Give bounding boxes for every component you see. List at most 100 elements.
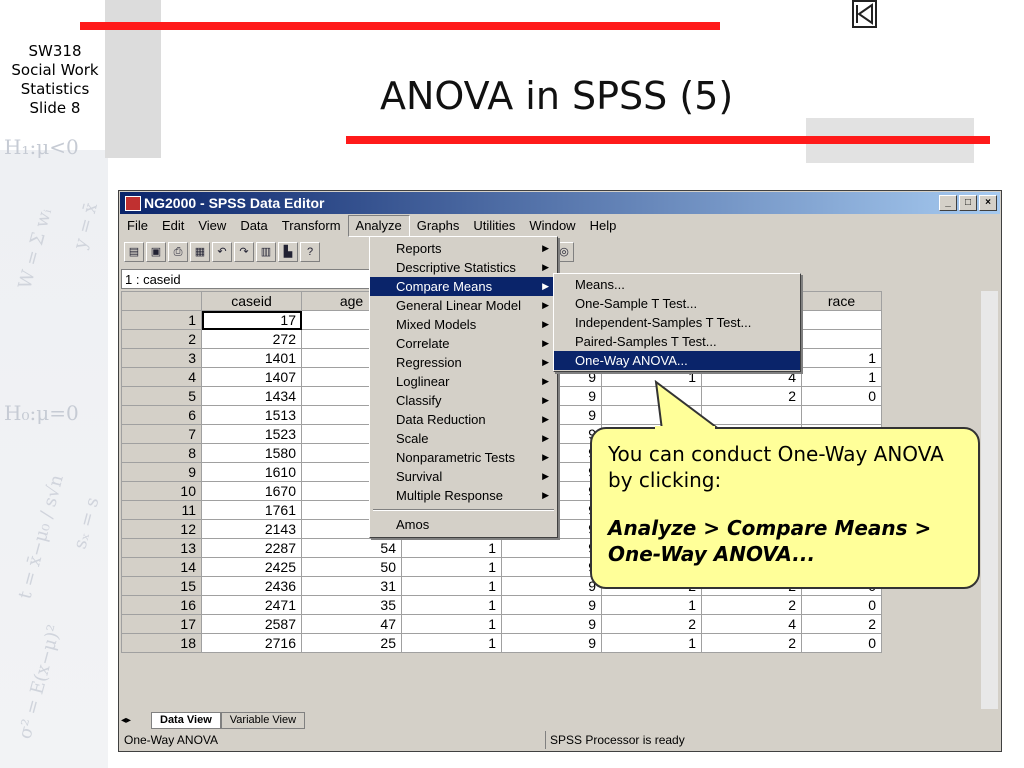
minimize-button[interactable]: _ (939, 195, 957, 211)
analyze-menu-item[interactable]: Multiple Response ▶ (370, 486, 557, 505)
data-cell[interactable]: 2 (701, 633, 802, 653)
print-icon[interactable]: ⎙ (168, 242, 188, 262)
open-icon[interactable]: ▤ (124, 242, 144, 262)
data-cell[interactable]: 25 (301, 633, 402, 653)
data-cell[interactable]: 1 (801, 348, 882, 368)
undo-icon[interactable]: ↶ (212, 242, 232, 262)
menu-edit[interactable]: Edit (155, 215, 191, 237)
analyze-menu-item[interactable]: Regression ▶ (370, 353, 557, 372)
row-header[interactable]: 7 (121, 424, 202, 444)
row-header[interactable]: 6 (121, 405, 202, 425)
row-header[interactable]: 12 (121, 519, 202, 539)
analyze-menu-item[interactable]: General Linear Model ▶ (370, 296, 557, 315)
analyze-menu-item[interactable]: Loglinear ▶ (370, 372, 557, 391)
analyze-menu-item[interactable]: Correlate ▶ (370, 334, 557, 353)
tab-scroll-arrows[interactable]: ◂▸ (121, 715, 151, 726)
row-header[interactable]: 8 (121, 443, 202, 463)
menu-utilities[interactable]: Utilities (466, 215, 522, 237)
data-cell[interactable]: 1 (401, 614, 502, 634)
data-cell[interactable]: 9 (501, 538, 602, 558)
data-cell[interactable]: 9 (501, 633, 602, 653)
data-cell[interactable]: 2436 (201, 576, 302, 596)
row-header[interactable]: 18 (121, 633, 202, 653)
data-cell[interactable]: 0 (801, 386, 882, 406)
compare-means-item[interactable]: One-Sample T Test... (554, 294, 800, 313)
data-cell[interactable]: 2 (601, 614, 702, 634)
data-cell[interactable]: 2143 (201, 519, 302, 539)
menu-data[interactable]: Data (233, 215, 274, 237)
data-cell[interactable]: 1670 (201, 481, 302, 501)
data-cell[interactable]: 9 (501, 595, 602, 615)
data-cell[interactable]: 2 (701, 595, 802, 615)
data-cell[interactable]: 1 (601, 595, 702, 615)
data-cell[interactable]: 1 (401, 595, 502, 615)
menu-view[interactable]: View (191, 215, 233, 237)
data-cell[interactable]: 1761 (201, 500, 302, 520)
menu-window[interactable]: Window (522, 215, 582, 237)
data-cell[interactable]: 9 (501, 614, 602, 634)
data-cell[interactable]: 31 (301, 576, 402, 596)
data-cell[interactable]: 1610 (201, 462, 302, 482)
menu-graphs[interactable]: Graphs (410, 215, 467, 237)
slide-first-nav-button[interactable] (852, 0, 877, 28)
analyze-menu-item[interactable]: Survival ▶ (370, 467, 557, 486)
data-cell[interactable]: 2 (801, 614, 882, 634)
data-cell[interactable]: 9 (501, 557, 602, 577)
row-header[interactable]: 17 (121, 614, 202, 634)
data-cell[interactable]: 1 (401, 557, 502, 577)
close-button[interactable]: × (979, 195, 997, 211)
data-cell[interactable]: 0 (801, 595, 882, 615)
data-cell[interactable]: 54 (301, 538, 402, 558)
data-cell[interactable]: 1 (801, 367, 882, 387)
redo-icon[interactable]: ↷ (234, 242, 254, 262)
compare-means-item[interactable]: Independent-Samples T Test... (554, 313, 800, 332)
goto-chart-icon[interactable]: ▥ (256, 242, 276, 262)
row-header[interactable]: 14 (121, 557, 202, 577)
data-cell[interactable]: 1 (401, 633, 502, 653)
data-cell[interactable]: 2716 (201, 633, 302, 653)
data-cell[interactable]: 17 (201, 310, 302, 330)
column-header[interactable]: race (801, 291, 882, 311)
menu-file[interactable]: File (120, 215, 155, 237)
data-cell[interactable]: 1 (401, 576, 502, 596)
data-cell[interactable]: 1407 (201, 367, 302, 387)
analyze-menu-item[interactable]: Compare Means ▶ (370, 277, 557, 296)
data-cell[interactable]: 2587 (201, 614, 302, 634)
analyze-menu-item[interactable]: Mixed Models ▶ (370, 315, 557, 334)
data-cell[interactable]: 2287 (201, 538, 302, 558)
row-header[interactable]: 16 (121, 595, 202, 615)
row-header[interactable]: 15 (121, 576, 202, 596)
data-cell[interactable]: 50 (301, 557, 402, 577)
data-cell[interactable]: 9 (501, 576, 602, 596)
row-header[interactable]: 13 (121, 538, 202, 558)
analyze-menu-item[interactable]: Data Reduction ▶ (370, 410, 557, 429)
row-header[interactable]: 4 (121, 367, 202, 387)
data-cell[interactable]: 2471 (201, 595, 302, 615)
vertical-scrollbar[interactable] (981, 291, 998, 709)
row-header[interactable]: 11 (121, 500, 202, 520)
save-icon[interactable]: ▣ (146, 242, 166, 262)
row-header[interactable]: 3 (121, 348, 202, 368)
data-cell[interactable]: 47 (301, 614, 402, 634)
data-cell[interactable]: 1 (401, 538, 502, 558)
variables-icon[interactable]: ? (300, 242, 320, 262)
data-cell[interactable]: 1580 (201, 443, 302, 463)
tab-data-view[interactable]: Data View (151, 711, 221, 729)
data-cell[interactable]: 35 (301, 595, 402, 615)
analyze-menu-item[interactable]: Scale ▶ (370, 429, 557, 448)
maximize-button[interactable]: □ (959, 195, 977, 211)
analyze-menu-item[interactable]: Amos (370, 515, 557, 534)
data-cell[interactable] (801, 329, 882, 349)
data-cell[interactable] (801, 310, 882, 330)
data-cell[interactable]: 2425 (201, 557, 302, 577)
menu-transform[interactable]: Transform (275, 215, 348, 237)
row-header[interactable]: 9 (121, 462, 202, 482)
analyze-menu-item[interactable]: Descriptive Statistics ▶ (370, 258, 557, 277)
analyze-menu-item[interactable]: Nonparametric Tests ▶ (370, 448, 557, 467)
data-cell[interactable]: 1 (601, 633, 702, 653)
data-cell[interactable]: 1401 (201, 348, 302, 368)
data-cell[interactable]: 1434 (201, 386, 302, 406)
data-cell[interactable]: 0 (801, 633, 882, 653)
goto-case-icon[interactable]: ▙ (278, 242, 298, 262)
dialog-recall-icon[interactable]: ▦ (190, 242, 210, 262)
